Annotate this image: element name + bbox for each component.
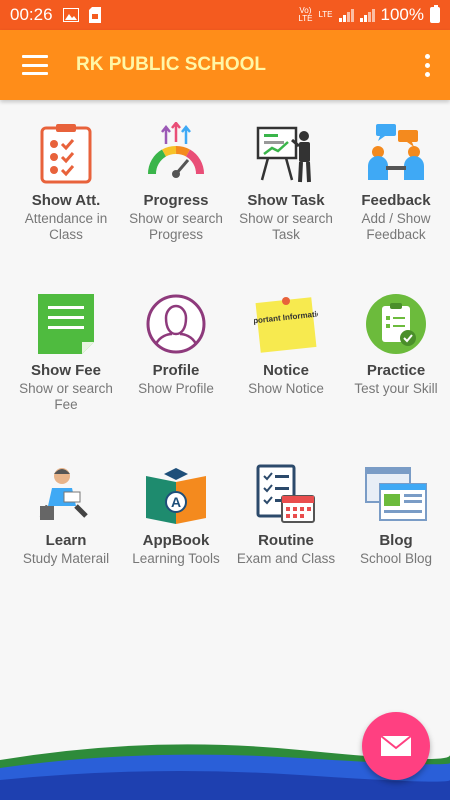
tile-feedback[interactable]: Feedback Add / Show Feedback (341, 120, 450, 290)
more-options-icon[interactable] (422, 53, 432, 77)
blog-windows-icon (365, 467, 427, 521)
tile-title: Feedback (361, 192, 431, 209)
signal-strength-icon (338, 8, 354, 22)
attendance-clipboard-icon (40, 124, 92, 184)
svg-text:A: A (171, 494, 181, 510)
tile-title: Learn (45, 532, 87, 549)
tile-title: Show Fee (30, 362, 101, 379)
tile-show-attendance[interactable]: Show Att. Attendance in Class (11, 120, 121, 290)
tile-learn[interactable]: Learn Study Materail (11, 460, 121, 630)
network-type-icon: LTE (318, 10, 333, 19)
tile-subtitle: Attendance in Class (24, 211, 108, 242)
signal-strength-2-icon (359, 8, 375, 22)
tile-profile[interactable]: Profile Show Profile (121, 290, 231, 460)
storage-notification-icon (88, 7, 101, 23)
tile-subtitle: Exam and Class (236, 551, 336, 566)
tile-title: Progress (143, 192, 209, 209)
message-fab-button[interactable] (362, 712, 430, 780)
tile-subtitle: Add / Show Feedback (361, 211, 431, 242)
fee-document-icon (38, 294, 94, 354)
tile-subtitle: Learning Tools (132, 551, 220, 566)
tile-subtitle: Study Materail (22, 551, 110, 566)
dashboard-grid: Show Att. Attendance in Class Progress S… (0, 100, 450, 630)
tile-progress[interactable]: Progress Show or search Progress (121, 120, 231, 290)
tile-subtitle: Show or search Task (239, 211, 333, 242)
appbook-icon: A (146, 468, 206, 524)
progress-gauge-icon (147, 122, 205, 178)
tile-title: Profile (152, 362, 200, 379)
feedback-people-icon (368, 124, 424, 180)
tile-subtitle: Show Profile (138, 381, 214, 396)
battery-percentage: 100% (380, 5, 424, 24)
practice-checklist-icon (366, 294, 426, 354)
profile-avatar-icon (146, 294, 206, 354)
tile-subtitle: Show Notice (248, 381, 324, 396)
tile-subtitle: Show or search Progress (129, 211, 223, 242)
tile-show-task[interactable]: Show Task Show or search Task (231, 120, 341, 290)
tile-appbook[interactable]: A AppBook Learning Tools (121, 460, 231, 630)
app-title: RK PUBLIC SCHOOL (76, 54, 266, 75)
tile-title: Blog (379, 532, 413, 549)
tile-routine[interactable]: Routine Exam and Class (231, 460, 341, 630)
status-time: 00:26 (10, 5, 53, 24)
presentation-board-icon (256, 126, 311, 183)
tile-show-fee[interactable]: Show Fee Show or search Fee (11, 290, 121, 460)
envelope-icon (380, 735, 412, 756)
app-bar: RK PUBLIC SCHOOL (0, 30, 450, 100)
status-bar: 00:26 Vo) LTE LTE 100% (0, 0, 450, 30)
routine-calendar-icon (256, 464, 315, 523)
tile-title: Show Task (247, 192, 325, 209)
tile-subtitle: Test your Skill (354, 381, 438, 396)
tile-subtitle: Show or search Fee (19, 381, 113, 412)
student-reading-icon (39, 468, 88, 520)
tile-title: Show Att. (31, 192, 101, 209)
tile-title: AppBook (142, 532, 210, 549)
tile-notice[interactable]: Important Information Notice Show Notice (231, 290, 341, 460)
tile-title: Routine (258, 532, 314, 549)
tile-practice[interactable]: Practice Test your Skill (341, 290, 450, 460)
battery-icon (430, 5, 440, 23)
tile-title: Practice (366, 362, 426, 379)
tile-title: Notice (263, 362, 309, 379)
tile-subtitle: School Blog (359, 551, 433, 566)
volte-icon: Vo) LTE (298, 6, 313, 23)
image-notification-icon (62, 8, 79, 22)
hamburger-menu-icon[interactable] (22, 55, 48, 75)
tile-blog[interactable]: Blog School Blog (341, 460, 450, 630)
notice-sticky-note-icon: Important Information (254, 297, 318, 353)
